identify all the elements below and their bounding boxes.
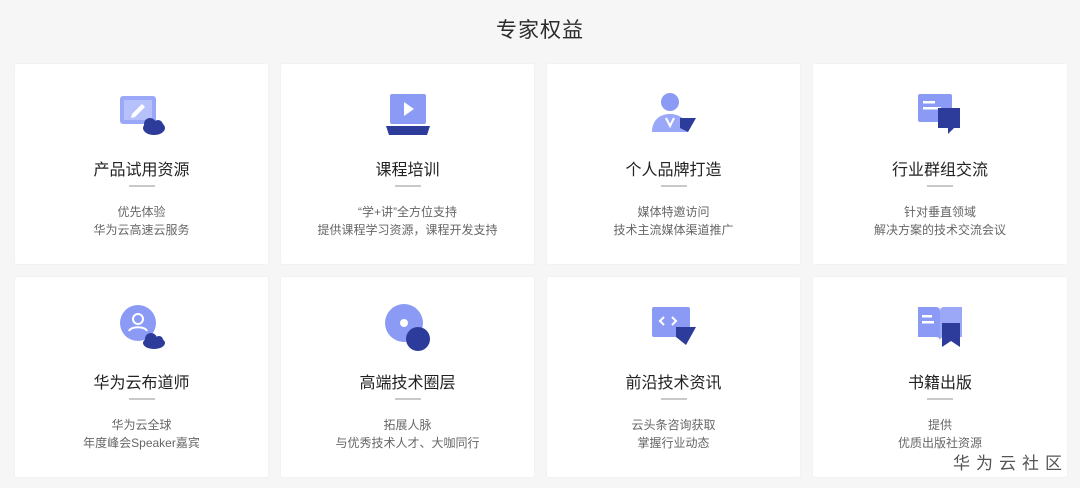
card-description: 拓展人脉 与优秀技术人才、大咖同行	[281, 416, 534, 452]
page-title: 专家权益	[496, 19, 584, 42]
divider	[128, 185, 155, 187]
card-description: 华为云全球 年度峰会Speaker嘉宾	[15, 416, 268, 452]
benefits-grid: 产品试用资源 优先体验 华为云高速云服务 课程培训 “学+讲”全方位支持 提供课…	[15, 64, 1067, 477]
description-line: 与优秀技术人才、大咖同行	[335, 436, 480, 450]
divider	[394, 398, 421, 400]
card-description: 提供 优质出版社资源	[813, 416, 1067, 452]
description-line: 提供	[927, 418, 952, 432]
laptop-edit-cloud-icon	[114, 88, 170, 144]
watermark: 华为云社区	[953, 454, 1068, 473]
benefit-card-personal-brand[interactable]: 个人品牌打造 媒体特邀访问 技术主流媒体渠道推广	[547, 64, 800, 264]
description-line: 媒体特邀访问	[637, 205, 710, 219]
card-description: 云头条咨询获取 掌握行业动态	[547, 416, 800, 452]
card-title: 个人品牌打造	[625, 162, 722, 179]
description-line: 年度峰会Speaker嘉宾	[83, 436, 200, 450]
person-badge-icon	[646, 88, 702, 144]
card-title: 课程培训	[375, 162, 440, 179]
disc-circle-icon	[380, 301, 436, 357]
benefit-card-industry-groups[interactable]: 行业群组交流 针对垂直领域 解决方案的技术交流会议	[813, 64, 1067, 264]
benefit-card-product-trial[interactable]: 产品试用资源 优先体验 华为云高速云服务	[15, 64, 268, 264]
benefit-card-tech-circle[interactable]: 高端技术圈层 拓展人脉 与优秀技术人才、大咖同行	[281, 277, 534, 477]
divider	[660, 185, 687, 187]
card-title: 前沿技术资讯	[625, 375, 722, 392]
description-line: 技术主流媒体渠道推广	[613, 223, 734, 237]
description-line: 华为云高速云服务	[93, 223, 190, 237]
card-title: 华为云布道师	[93, 375, 190, 392]
divider	[927, 398, 953, 400]
card-description: 优先体验 华为云高速云服务	[15, 203, 268, 239]
chat-bubbles-icon	[912, 88, 968, 144]
code-window-icon	[646, 301, 702, 357]
video-monitor-icon	[380, 88, 436, 144]
card-title: 高端技术圈层	[359, 375, 456, 392]
card-title: 行业群组交流	[891, 162, 988, 179]
description-line: 华为云全球	[111, 418, 172, 432]
card-title: 产品试用资源	[93, 162, 190, 179]
divider	[660, 398, 687, 400]
description-line: 优先体验	[117, 205, 166, 219]
card-description: “学+讲”全方位支持 提供课程学习资源，课程开发支持	[281, 203, 534, 239]
description-line: 拓展人脉	[383, 418, 432, 432]
benefit-card-evangelist[interactable]: 华为云布道师 华为云全球 年度峰会Speaker嘉宾	[15, 277, 268, 477]
description-line: 云头条咨询获取	[631, 418, 716, 432]
divider	[394, 185, 421, 187]
description-line: “学+讲”全方位支持	[357, 205, 457, 219]
benefit-card-book-publishing[interactable]: 书籍出版 提供 优质出版社资源	[813, 277, 1067, 477]
description-line: 提供课程学习资源，课程开发支持	[317, 223, 498, 237]
book-bookmark-icon	[912, 301, 968, 357]
card-description: 针对垂直领域 解决方案的技术交流会议	[813, 203, 1067, 239]
description-line: 解决方案的技术交流会议	[873, 223, 1006, 237]
description-line: 掌握行业动态	[637, 436, 710, 450]
divider	[128, 398, 155, 400]
card-title: 书籍出版	[907, 375, 972, 392]
description-line: 针对垂直领域	[903, 205, 976, 219]
benefit-card-training[interactable]: 课程培训 “学+讲”全方位支持 提供课程学习资源，课程开发支持	[281, 64, 534, 264]
benefit-card-tech-news[interactable]: 前沿技术资讯 云头条咨询获取 掌握行业动态	[547, 277, 800, 477]
divider	[927, 185, 953, 187]
card-description: 媒体特邀访问 技术主流媒体渠道推广	[547, 203, 800, 239]
user-circle-cloud-icon	[114, 301, 170, 357]
